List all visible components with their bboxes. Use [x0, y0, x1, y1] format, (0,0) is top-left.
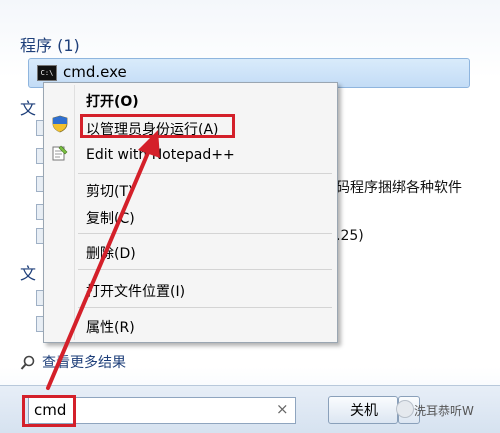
menu-separator [78, 233, 332, 234]
annotation-highlight-search [22, 395, 76, 427]
shutdown-label: 关机 [350, 403, 378, 419]
menu-separator [78, 269, 332, 270]
menu-item-delete[interactable]: 删除(D) [86, 243, 136, 263]
console-icon: C:\ [37, 65, 57, 81]
files-section-header: 文 [20, 264, 37, 283]
menu-item-properties[interactable]: 属性(R) [86, 317, 135, 337]
result-text-fragment: 码程序捆绑各种软件 [336, 180, 462, 196]
uac-shield-icon [52, 115, 68, 133]
watermark-logo-icon [396, 400, 414, 418]
result-text-fragment: .25) [336, 228, 364, 244]
notepad-plus-plus-icon [52, 145, 68, 161]
menu-separator [78, 307, 332, 308]
see-more-results-link[interactable]: 查看更多结果 [42, 352, 126, 372]
menu-item-open[interactable]: 打开(O) [86, 91, 139, 111]
start-menu-search-panel: 程序 (1) C:\ cmd.exe 文 码程序捆绑各种软件 .25) 文 打开… [0, 0, 500, 433]
watermark-text: 洗耳恭听W [414, 404, 474, 418]
menu-separator [78, 173, 332, 174]
search-icon [20, 355, 35, 370]
annotation-highlight-run-as-admin [80, 114, 235, 138]
menu-item-cut[interactable]: 剪切(T) [86, 181, 133, 201]
programs-section-header: 程序 (1) [20, 36, 80, 55]
menu-item-copy[interactable]: 复制(C) [86, 208, 135, 228]
clear-search-icon[interactable]: × [276, 400, 289, 418]
menu-gutter [74, 85, 75, 340]
menu-item-open-file-location[interactable]: 打开文件位置(I) [86, 281, 185, 301]
cmd-result-label: cmd.exe [63, 63, 127, 81]
documents-section-header: 文 [20, 99, 37, 118]
menu-item-edit-with-notepadpp[interactable]: Edit with Notepad++ [86, 147, 235, 163]
